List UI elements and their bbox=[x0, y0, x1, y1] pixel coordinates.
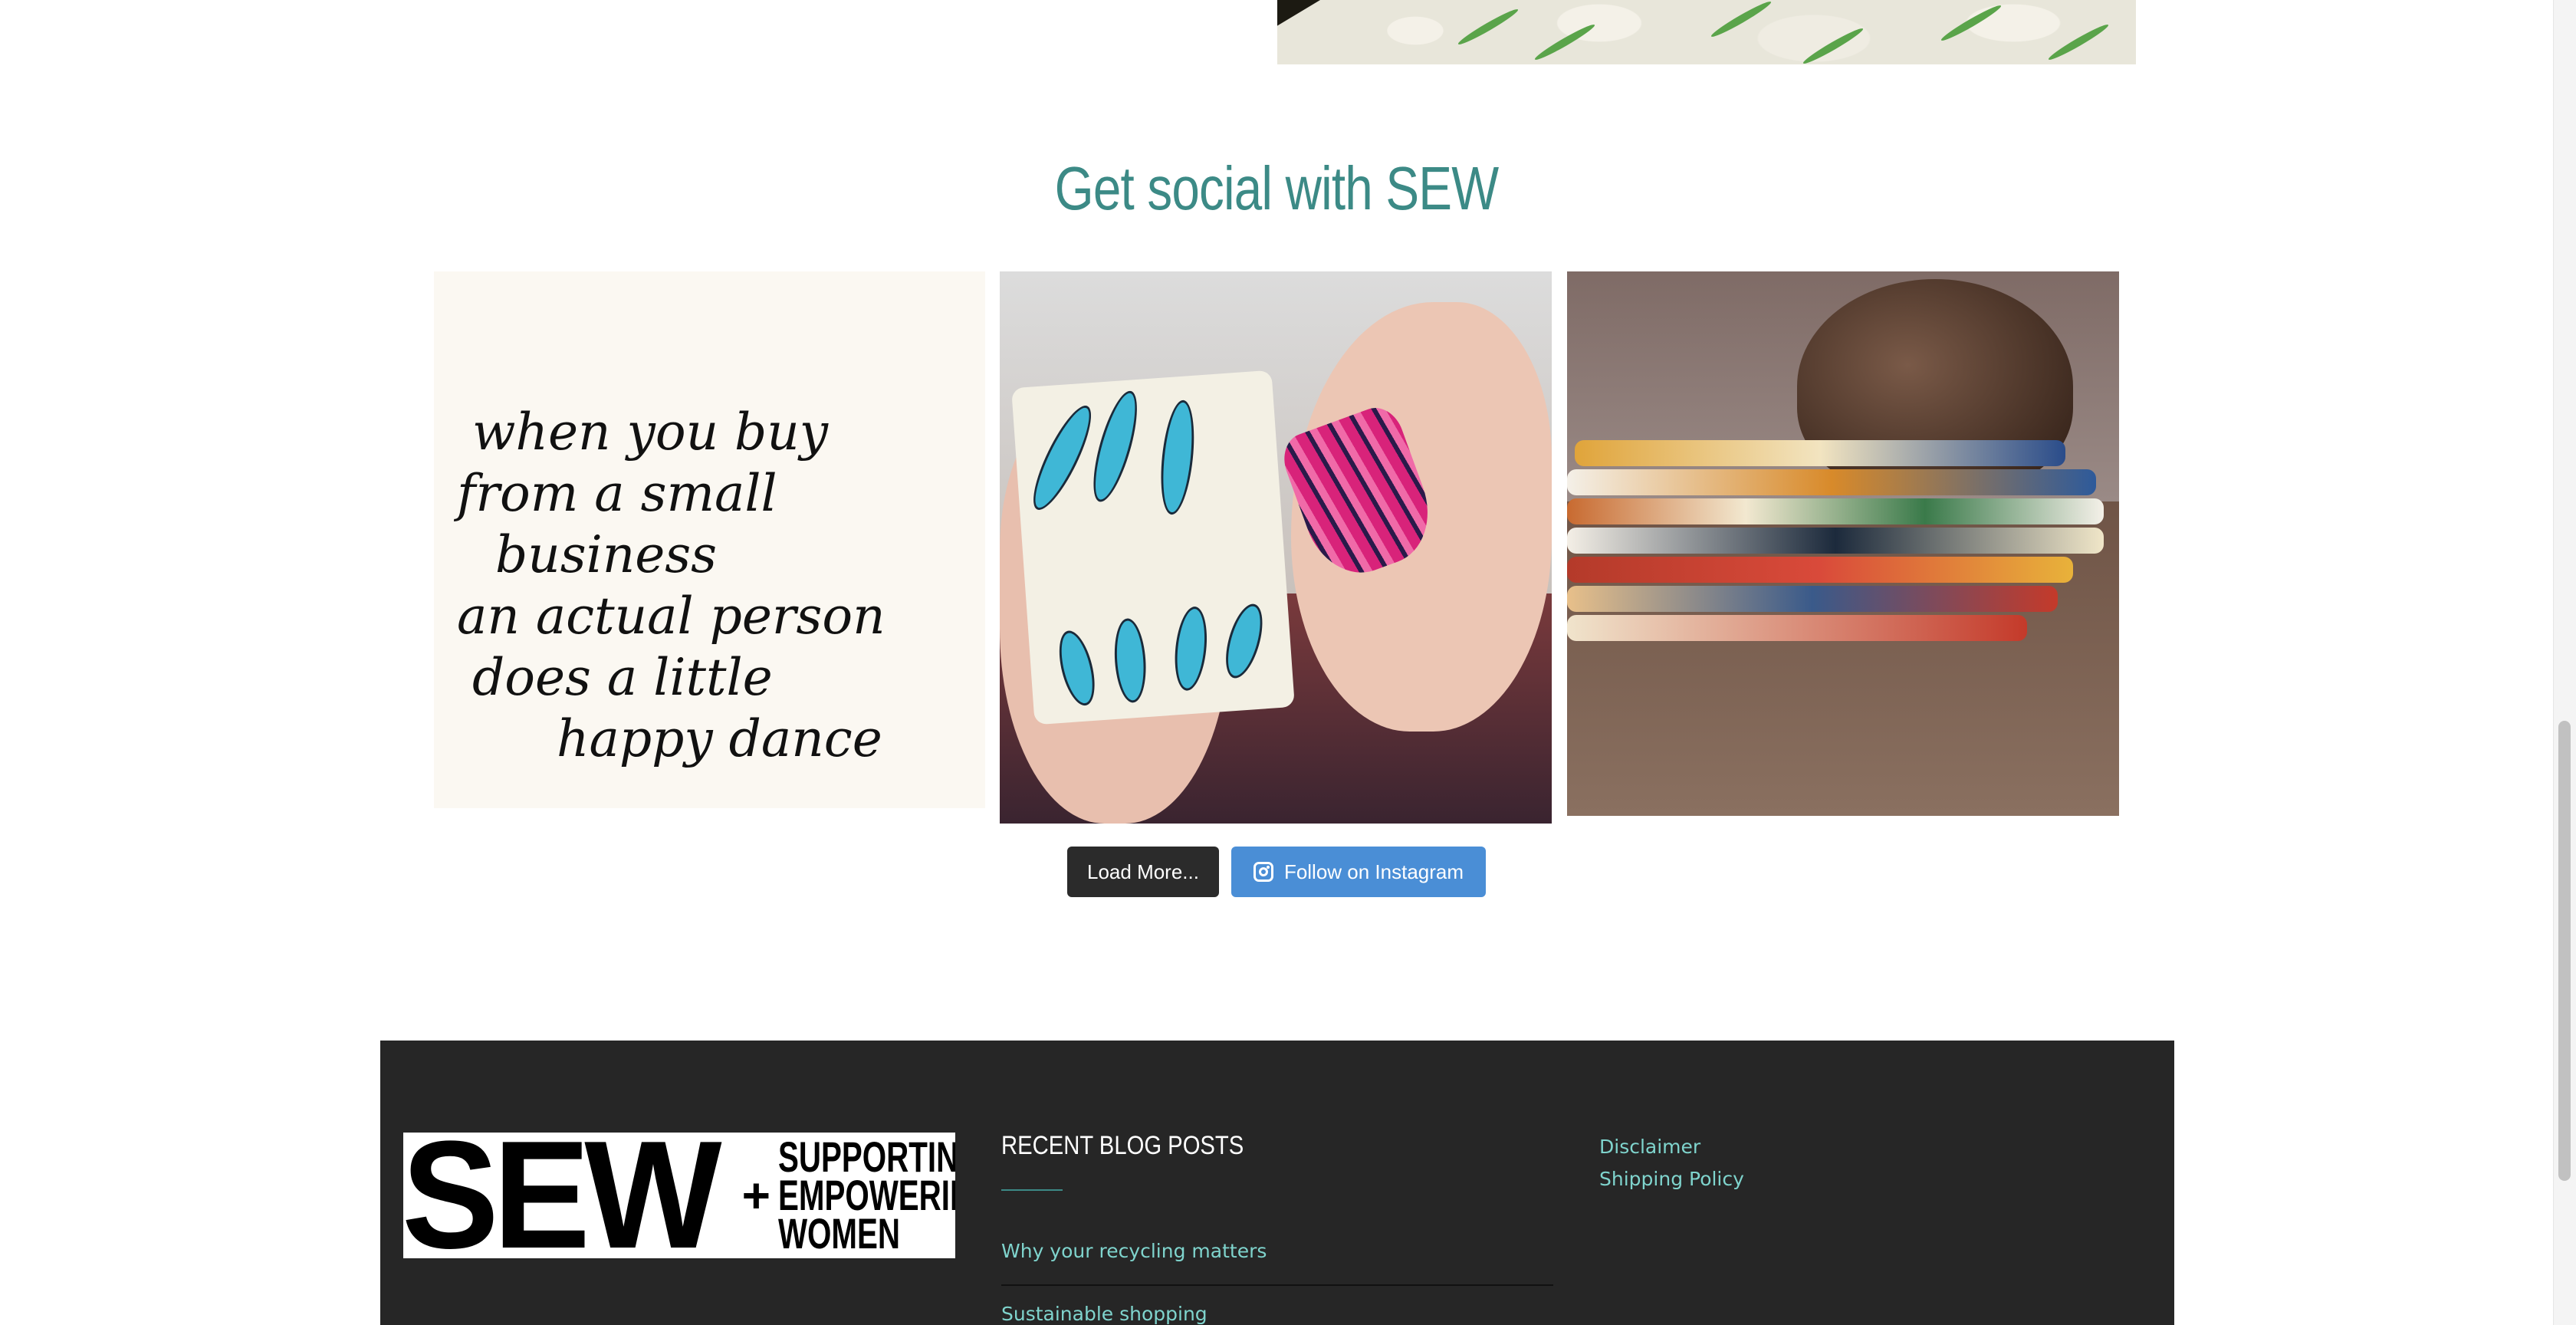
recent-posts-title: RECENT BLOG POSTS bbox=[1001, 1131, 1244, 1160]
quote-line: business bbox=[495, 525, 718, 584]
logo-mark: SEW bbox=[403, 1133, 722, 1258]
sew-logo[interactable]: SEW + SUPPORTING EMPOWERING WOMEN bbox=[403, 1133, 955, 1258]
quote-line: when you buy bbox=[472, 403, 829, 462]
pouch-pattern bbox=[1084, 386, 1146, 506]
instagram-icon bbox=[1253, 862, 1273, 882]
fabric-stack bbox=[1567, 615, 2027, 641]
quote-line: from a small bbox=[457, 464, 777, 523]
quote-text: when you buy from a small business an ac… bbox=[457, 402, 978, 770]
fabric-stack bbox=[1567, 469, 2096, 495]
site-footer: SEW + SUPPORTING EMPOWERING WOMEN RECENT… bbox=[380, 1041, 2174, 1325]
fabric-stack bbox=[1567, 586, 2058, 612]
fabric-stack bbox=[1567, 498, 2104, 524]
load-more-button[interactable]: Load More... bbox=[1067, 847, 1219, 897]
blog-post-link[interactable]: Why your recycling matters bbox=[1001, 1240, 1267, 1262]
shipping-policy-link[interactable]: Shipping Policy bbox=[1599, 1168, 1744, 1190]
instagram-post-quote[interactable]: when you buy from a small business an ac… bbox=[434, 271, 985, 808]
logo-line: WOMEN bbox=[777, 1209, 900, 1258]
follow-instagram-label: Follow on Instagram bbox=[1283, 860, 1464, 883]
quote-line: does a little bbox=[472, 648, 773, 707]
fabric-stack bbox=[1575, 440, 2065, 466]
pouch-pattern bbox=[1053, 626, 1102, 709]
title-underline bbox=[1001, 1189, 1063, 1191]
instagram-post-fabrics[interactable] bbox=[1567, 271, 2119, 816]
instagram-post-pouch[interactable] bbox=[1000, 271, 1552, 824]
pouch-pattern bbox=[1023, 399, 1102, 517]
logo-plus: + bbox=[741, 1168, 770, 1223]
blog-post-link[interactable]: Sustainable shopping bbox=[1001, 1303, 1208, 1325]
follow-instagram-button[interactable]: Follow on Instagram bbox=[1231, 847, 1486, 897]
pouch-pattern bbox=[1218, 600, 1270, 682]
quote-line: an actual person bbox=[457, 587, 886, 646]
quote-line: happy dance bbox=[557, 709, 882, 768]
scrollbar-thumb[interactable] bbox=[2558, 721, 2571, 1181]
pouch-pattern bbox=[1156, 398, 1199, 517]
fabric-stack bbox=[1567, 528, 2104, 554]
fabric-stack bbox=[1567, 557, 2073, 583]
fabric-pattern bbox=[1277, 0, 2136, 64]
top-fabric-image bbox=[1277, 0, 2136, 64]
pouch-image bbox=[1011, 370, 1295, 725]
disclaimer-link[interactable]: Disclaimer bbox=[1599, 1136, 1700, 1158]
pouch-pattern bbox=[1171, 605, 1211, 692]
post-divider bbox=[1001, 1284, 1553, 1286]
logo-wordmark: SUPPORTING EMPOWERING WOMEN bbox=[777, 1136, 955, 1258]
pouch-pattern bbox=[1112, 617, 1148, 704]
social-heading: Get social with SEW bbox=[1054, 154, 1499, 222]
